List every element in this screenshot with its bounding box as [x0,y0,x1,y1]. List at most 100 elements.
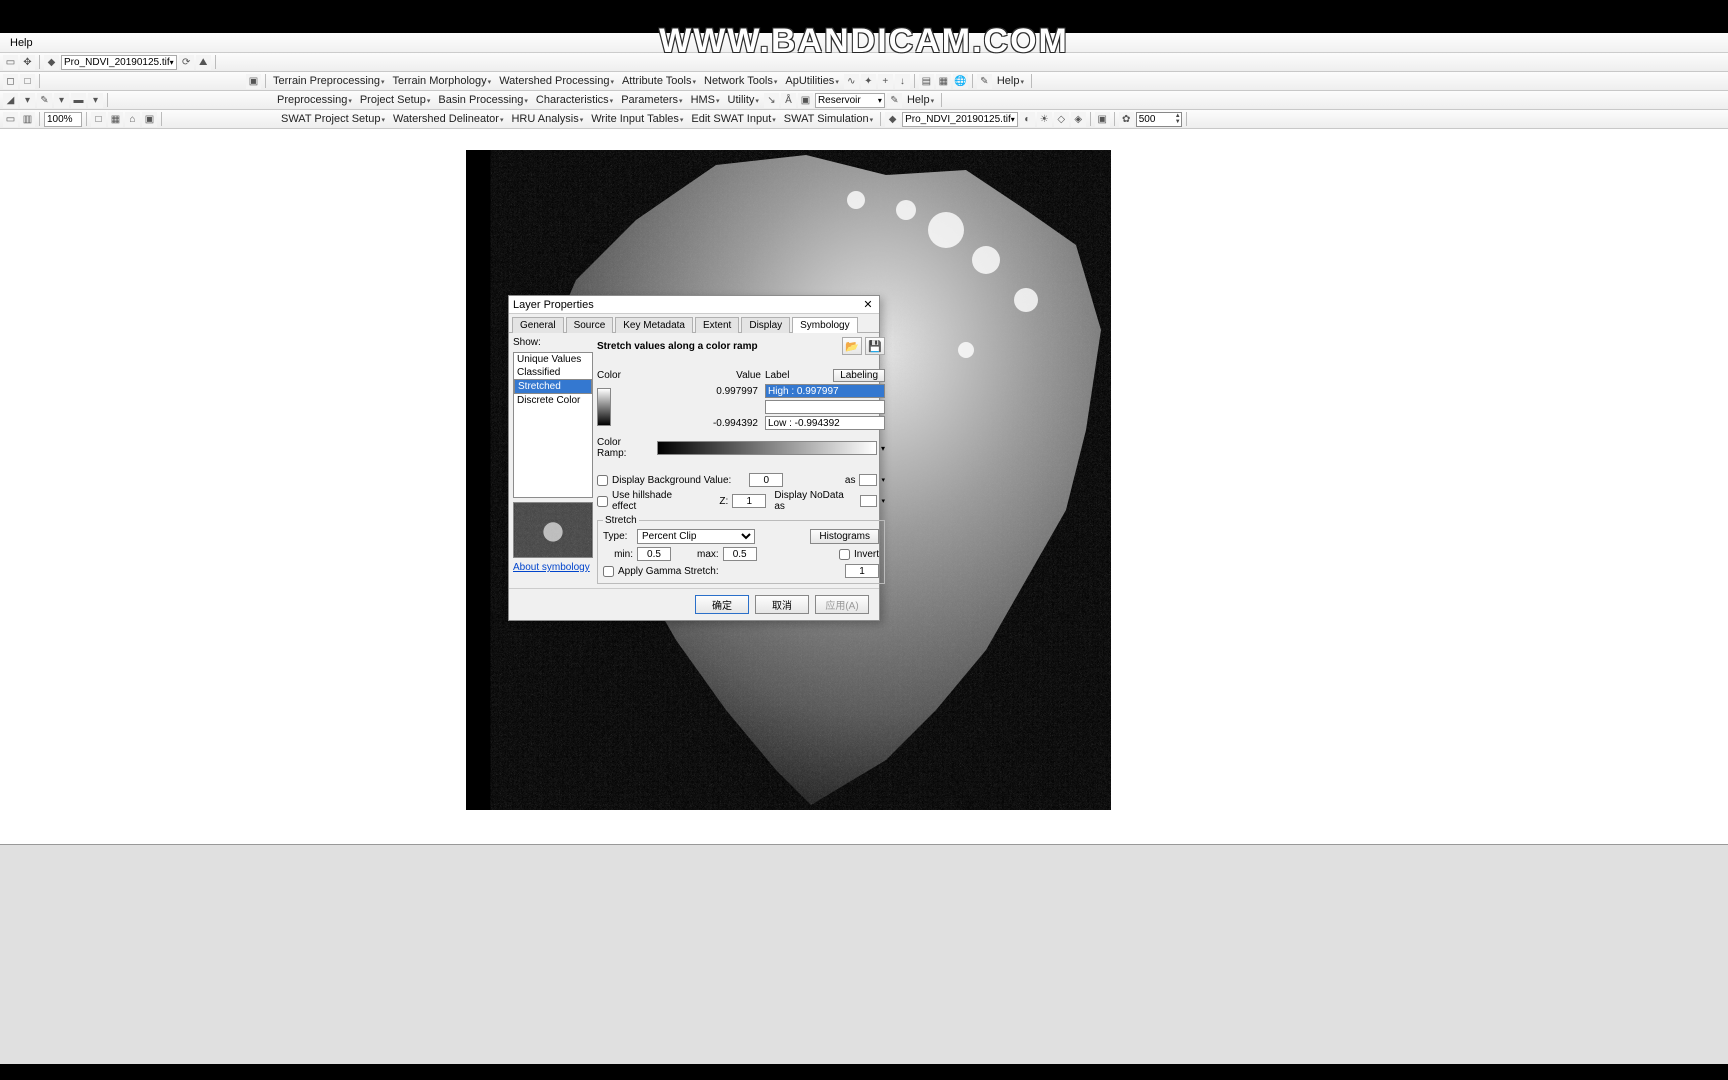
dropdown-icon[interactable]: ▾ [20,93,35,108]
help-menu[interactable]: Help [994,75,1027,87]
tool-icon[interactable]: ◻ [3,74,18,89]
menu-aputilities[interactable]: ApUtilities [782,75,841,87]
menu-swat-simulation[interactable]: SWAT Simulation [781,113,876,125]
cancel-button[interactable]: 取消 [755,595,809,614]
z-input[interactable] [732,494,766,508]
menu-parameters[interactable]: Parameters [618,94,685,106]
show-item-unique[interactable]: Unique Values [514,353,592,366]
show-item-discrete[interactable]: Discrete Color [514,394,592,407]
brightness-icon[interactable]: ☀ [1037,112,1052,127]
low-label-input[interactable] [765,416,885,430]
gamma-input[interactable] [845,564,879,578]
tool-icon[interactable]: ▣ [1095,112,1110,127]
tool-icon[interactable]: ✥ [20,55,35,70]
menu-characteristics[interactable]: Characteristics [533,94,616,106]
bg-value-input[interactable] [749,473,783,487]
tool-icon[interactable]: ✿ [1119,112,1134,127]
mid-label-input[interactable] [765,400,885,414]
dropdown-icon[interactable]: ▾ [881,476,885,484]
dropdown-icon[interactable]: ▾ [54,93,69,108]
menu-attribute-tools[interactable]: Attribute Tools [619,75,699,87]
apply-button[interactable]: 应用(A) [815,595,869,614]
gamma-checkbox[interactable] [603,566,614,577]
tool-icon[interactable]: ▭ [3,112,18,127]
menu-network-tools[interactable]: Network Tools [701,75,780,87]
layer-icon[interactable]: ◆ [885,112,900,127]
tool-icon[interactable]: ▣ [246,74,261,89]
tool-icon[interactable]: ▦ [936,74,951,89]
pencil-icon[interactable]: ✎ [37,93,52,108]
tool-icon[interactable]: ↘ [764,93,779,108]
layer-icon[interactable]: ◆ [44,55,59,70]
menu-hru-analysis[interactable]: HRU Analysis [508,113,586,125]
globe-icon[interactable]: 🌐 [953,74,968,89]
tool-icon[interactable]: ▥ [20,112,35,127]
menu-watershed-delineator[interactable]: Watershed Delineator [390,113,507,125]
dropdown-icon[interactable]: ▾ [881,444,885,453]
tool-icon[interactable]: ▣ [142,112,157,127]
tool-icon[interactable]: ⟳ [179,55,194,70]
tool-icon[interactable]: □ [20,74,35,89]
tool-icon[interactable]: Å [781,93,796,108]
layer-combo-2[interactable]: Pro_NDVI_20190125.tif▾ [902,112,1018,127]
nodata-color-swatch[interactable] [860,495,878,507]
tool-icon[interactable]: ▦ [108,112,123,127]
tab-display[interactable]: Display [741,317,790,333]
menu-watershed-processing[interactable]: Watershed Processing [496,75,617,87]
tab-key-metadata[interactable]: Key Metadata [615,317,693,333]
save-icon[interactable]: 💾 [865,337,885,355]
tab-source[interactable]: Source [566,317,614,333]
open-icon[interactable]: 📂 [842,337,862,355]
reservoir-combo[interactable]: Reservoir▾ [815,93,885,108]
about-symbology-link[interactable]: About symbology [513,562,593,573]
tool-icon[interactable]: + [878,74,893,89]
spinner-arrows[interactable]: ▲▼ [1175,113,1181,125]
bg-color-swatch[interactable] [859,474,877,486]
color-icon[interactable]: ▬ [71,93,86,108]
menu-basin-processing[interactable]: Basin Processing [435,94,531,106]
spin-input[interactable] [1137,114,1175,125]
tool-icon[interactable]: ▤ [919,74,934,89]
dialog-titlebar[interactable]: Layer Properties ✕ [509,296,879,314]
close-button[interactable]: ✕ [861,298,875,311]
tool-icon[interactable]: ▣ [798,93,813,108]
menu-project-setup[interactable]: Project Setup [357,94,434,106]
color-ramp-select[interactable] [657,441,877,455]
menu-terrain-morphology[interactable]: Terrain Morphology [390,75,495,87]
show-item-stretched[interactable]: Stretched [514,379,592,394]
show-list[interactable]: Unique Values Classified Stretched Discr… [513,352,593,498]
tool-icon[interactable]: ↓ [895,74,910,89]
fill-icon[interactable]: ◢ [3,93,18,108]
tool-icon[interactable]: ⛰ [196,55,211,70]
contrast-icon[interactable]: ◐ [1020,112,1035,127]
tool-icon[interactable]: ✦ [861,74,876,89]
tool-icon[interactable]: ◈ [1071,112,1086,127]
menu-preprocessing[interactable]: Preprocessing [274,94,355,106]
hillshade-checkbox[interactable] [597,496,608,507]
tab-general[interactable]: General [512,317,564,333]
menu-help[interactable]: Help [4,37,39,49]
value-spinner[interactable]: ▲▼ [1136,112,1182,127]
stretch-type-select[interactable]: Percent Clip [637,529,755,544]
high-label-input[interactable] [765,384,885,398]
min-input[interactable] [637,547,671,561]
tab-symbology[interactable]: Symbology [792,317,857,333]
dropdown-icon[interactable]: ▾ [88,93,103,108]
labeling-button[interactable]: Labeling [833,369,885,382]
ok-button[interactable]: 确定 [695,595,749,614]
tool-icon[interactable]: ◇ [1054,112,1069,127]
invert-checkbox[interactable] [839,549,850,560]
menu-utility[interactable]: Utility [725,94,762,106]
dropdown-icon[interactable]: ▾ [881,497,885,505]
tool-icon[interactable]: ⌂ [125,112,140,127]
help-menu[interactable]: Help [904,94,937,106]
tool-icon[interactable]: □ [91,112,106,127]
layer-combo[interactable]: Pro_NDVI_20190125.tif▾ [61,55,177,70]
menu-swat-project-setup[interactable]: SWAT Project Setup [278,113,388,125]
histograms-button[interactable]: Histograms [810,529,879,544]
pencil-icon[interactable]: ✎ [887,93,902,108]
tab-extent[interactable]: Extent [695,317,739,333]
menu-edit-swat-input[interactable]: Edit SWAT Input [688,113,778,125]
show-item-classified[interactable]: Classified [514,366,592,379]
max-input[interactable] [723,547,757,561]
